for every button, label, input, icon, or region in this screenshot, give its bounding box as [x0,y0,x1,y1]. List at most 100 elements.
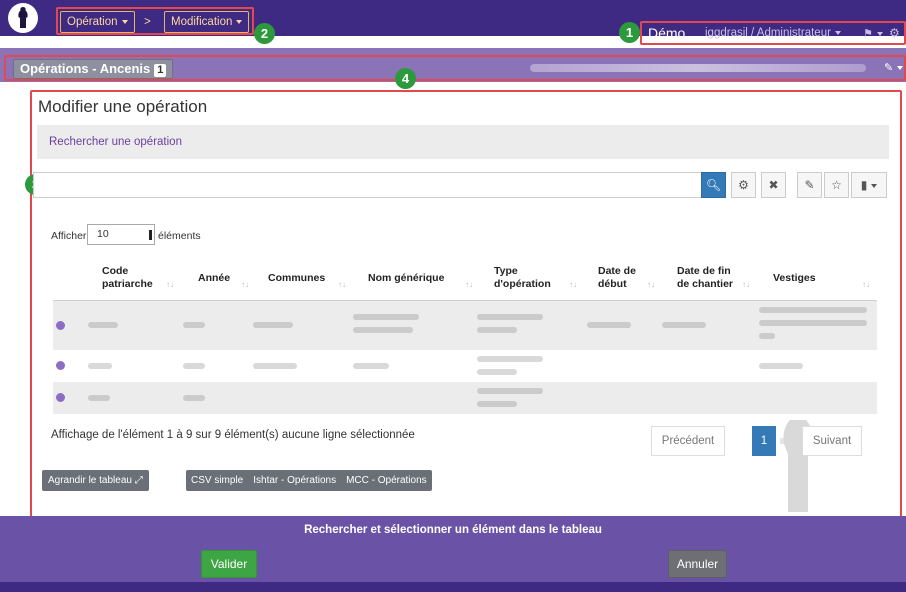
validate-button[interactable]: Valider [201,550,257,578]
breadcrumb-operation-menu[interactable]: Opération [60,11,135,33]
search-header: Rechercher une opération [37,125,889,159]
blurred-cell [88,395,110,401]
blurred-cell [477,314,543,320]
annotation-marker-2: 2 [254,23,275,44]
table-row[interactable] [53,301,877,350]
demo-label: Démo [648,25,686,41]
export-mcc-operations-button[interactable]: MCC - Opérations [341,470,432,491]
table-header [53,255,877,301]
table-row[interactable] [53,350,877,382]
caret-down-icon [834,30,841,35]
blurred-cell [477,388,543,394]
sort-icon: ↑↓ [647,280,655,289]
export-button-group: CSV simple Ishtar - Opérations MCC - Opé… [186,470,432,491]
blurred-cell [759,333,775,339]
export-csv-simple-button[interactable]: CSV simple [186,470,248,491]
blurred-cell [477,401,517,407]
blurred-cell [183,322,205,328]
column-vestiges[interactable]: Vestiges [773,272,816,285]
blurred-cell [88,363,112,369]
cancel-button[interactable]: Annuler [668,550,727,578]
show-entries-prefix: Afficher [51,230,87,242]
sort-icon: ↑↓ [862,280,870,289]
blurred-cell [759,307,867,313]
blurred-cell [183,363,205,369]
current-operation-badge: 1 [154,64,167,77]
search-button[interactable]: 🔍︎ [701,172,726,198]
bookmark-icon: ▮ [860,178,868,192]
caret-down-icon [236,19,243,24]
breadcrumb-operation-label: Opération [67,16,118,28]
show-entries-suffix: éléments [158,230,201,242]
search-input[interactable] [33,172,701,198]
sort-icon: ↑↓ [742,280,750,289]
row-select-icon[interactable] [56,393,65,402]
bottom-bar-title: Rechercher et sélectionner un élément da… [304,524,602,536]
next-page-button[interactable]: Suivant [802,426,862,456]
blurred-cell [353,363,389,369]
page-title: Modifier une opération [38,97,208,116]
row-select-icon[interactable] [56,361,65,370]
sort-icon: ↑↓ [465,280,473,289]
blurred-cell [353,327,413,333]
clear-search-button[interactable]: ✖ [761,172,786,198]
blurred-cell [353,314,419,320]
pin-search-button[interactable]: ✎ [797,172,822,198]
search-header-label: Rechercher une opération [49,136,182,148]
blurred-cell [88,322,118,328]
star-icon: ☆ [831,178,842,192]
blurred-cell [477,327,517,333]
sort-icon: ↑↓ [241,280,249,289]
ishtar-logo[interactable] [8,3,38,33]
column-date-debut[interactable]: Date de début [598,265,640,291]
search-icon: 🔍︎ [705,178,722,192]
breadcrumb-modification-menu[interactable]: Modification [164,11,250,33]
column-annee[interactable]: Année [198,272,230,285]
breadcrumb-modification-label: Modification [171,16,233,28]
sort-icon: ↑↓ [569,280,577,289]
breadcrumb: Opération > Modification [56,7,254,35]
blurred-cell [662,322,706,328]
blurred-cell [253,363,297,369]
table-row[interactable] [53,382,877,414]
export-ishtar-operations-button[interactable]: Ishtar - Opérations [248,470,341,491]
gears-icon[interactable]: ⚙ [889,26,900,40]
blurred-cell [477,356,543,362]
statue-logo-icon [18,7,28,28]
blurred-cell [477,369,517,375]
column-date-fin-chantier[interactable]: Date de fin de chantier [677,265,739,291]
sort-icon: ↑↓ [338,280,346,289]
row-select-icon[interactable] [56,321,65,330]
caret-down-icon [121,19,128,24]
close-icon: ✖ [768,178,779,192]
user-menu[interactable]: iggdrasil / Administrateur [705,27,841,39]
page-length-select[interactable]: 10 [87,224,155,245]
favorite-search-button[interactable]: ☆ [824,172,849,198]
annotation-marker-4: 4 [395,68,416,89]
column-type-operation[interactable]: Type d'opération [494,265,551,291]
column-code-patriarche[interactable]: Code patriarche [102,265,162,291]
gears-icon: ⚙ [738,178,749,192]
user-label: iggdrasil / Administrateur [705,27,831,39]
blurred-cell [183,395,205,401]
blurred-cell [759,320,867,326]
blurred-cell [587,322,631,328]
current-operation-label: Opérations - Ancenis [20,61,151,76]
column-nom-generique[interactable]: Nom générique [368,272,444,285]
bookmark-menu-button[interactable]: ▮ [851,172,887,198]
advanced-search-button[interactable]: ⚙ [731,172,756,198]
enlarge-table-label: Agrandir le tableau [48,475,132,486]
previous-page-button[interactable]: Précédent [651,426,725,456]
column-communes[interactable]: Communes [268,272,325,285]
current-operation-button[interactable]: Opérations - Ancenis 1 [13,59,174,79]
blurred-cell [759,363,803,369]
enlarge-table-button[interactable]: Agrandir le tableau ⤢ [42,470,149,491]
flag-icon[interactable]: ⚑ [863,27,883,40]
pin-icon[interactable]: ✎ [884,61,904,74]
pin-icon: ✎ [804,178,815,192]
table-info: Affichage de l'élément 1 à 9 sur 9 éléme… [51,429,415,441]
breadcrumb-separator: > [144,16,151,28]
blurred-cell [253,322,293,328]
page-footer [0,582,906,592]
expand-icon: ⤢ [134,475,143,486]
